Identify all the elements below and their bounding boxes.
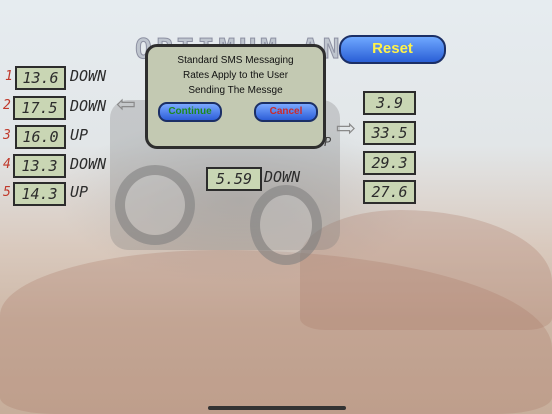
jeep-wheel-right [250,185,322,265]
row-direction: DOWN [70,67,107,85]
right-value: 27.6 [363,180,416,204]
row-value: 13.3 [13,154,66,178]
left-arrow-icon: ⇦ [116,90,137,118]
dialog-message-line: Standard SMS Messaging [177,55,294,66]
row-value: 13.6 [15,66,66,90]
row-index: 5 [3,185,11,200]
right-value: 29.3 [363,151,416,175]
row-index: 1 [5,69,13,84]
row-index: 2 [3,98,11,113]
right-arrow-icon: ⇨ [336,114,357,142]
row-value: 16.0 [15,125,66,149]
row-direction: DOWN [70,155,107,173]
home-indicator[interactable] [208,406,346,410]
row-direction: UP [70,126,89,144]
center-direction: DOWN [264,168,301,186]
continue-button[interactable]: Continue [158,102,222,122]
dialog-message: Standard SMS Messaging Rates Apply to th… [148,53,323,98]
row-index: 4 [3,157,11,172]
cancel-button[interactable]: Cancel [254,102,318,122]
row-direction: DOWN [70,97,107,115]
row-index: 3 [3,128,11,143]
reset-button[interactable]: Reset [339,35,446,64]
sms-alert-dialog: Standard SMS Messaging Rates Apply to th… [145,44,326,149]
center-value: 5.59 [206,167,262,191]
jeep-wheel-left [115,165,195,245]
row-direction: UP [70,183,89,201]
dialog-message-line: Sending The Messge [188,85,283,96]
row-value: 17.5 [13,96,66,120]
dialog-message-line: Rates Apply to the User [182,70,289,81]
right-value: 3.9 [363,91,416,115]
right-value: 33.5 [363,121,416,145]
row-value: 14.3 [13,182,66,206]
